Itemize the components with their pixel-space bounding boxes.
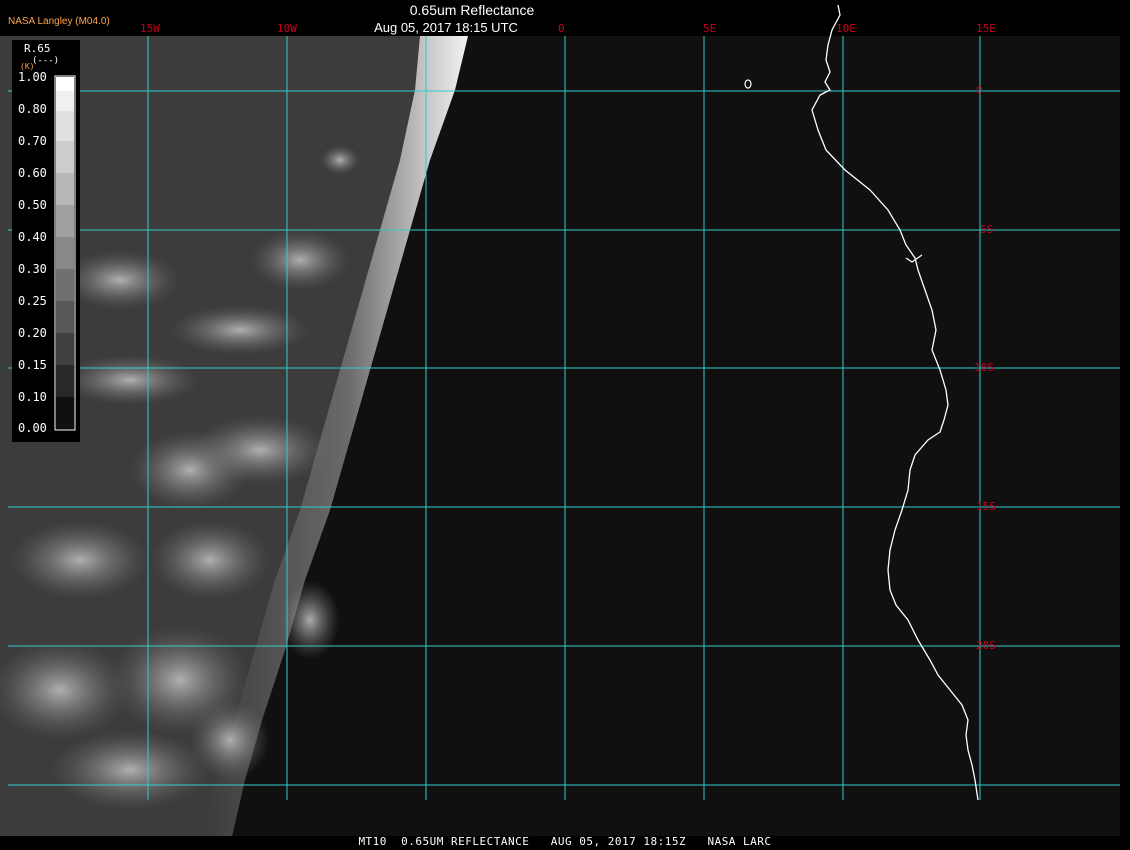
legend-unit: (---): [32, 56, 60, 66]
map-timestamp: Aug 05, 2017 18:15 UTC: [374, 20, 518, 35]
legend-tick: 1.00: [18, 70, 47, 84]
lat-label-5s: 5S: [980, 223, 994, 236]
lat-label-20s: 20S: [976, 639, 996, 652]
map-title: 0.65um Reflectance: [409, 2, 535, 18]
satellite-map: [0, 4, 1120, 836]
legend-tick: 0.00: [18, 421, 47, 435]
legend-tick: 0.40: [18, 230, 47, 244]
legend-tick: 0.60: [18, 166, 47, 180]
legend-tick: 0.25: [18, 294, 47, 308]
legend-tick: 0.80: [18, 102, 47, 116]
lon-label-10w: 10W: [277, 22, 297, 35]
lon-label-15w: 15W: [140, 22, 160, 35]
lat-label-15s: 15S: [976, 500, 996, 513]
legend-tick: 0.70: [18, 134, 47, 148]
lon-label-15e: 15E: [976, 22, 996, 35]
lon-label-10e: 10E: [836, 22, 856, 35]
legend-tick: 0.15: [18, 358, 47, 372]
legend-variable: R.65: [24, 42, 51, 55]
lon-label-5e: 5E: [703, 22, 717, 35]
legend-tick: 0.50: [18, 198, 47, 212]
legend-tick: 0.10: [18, 390, 47, 404]
legend-tick: 0.20: [18, 326, 47, 340]
lon-label-0: 0: [558, 22, 565, 35]
lat-label-10s: 10S: [974, 361, 994, 374]
product-footer: MT10 0.65UM REFLECTANCE AUG 05, 2017 18:…: [358, 835, 772, 848]
legend-tick: 0.30: [18, 262, 47, 276]
lat-label-0: 0: [976, 84, 983, 97]
